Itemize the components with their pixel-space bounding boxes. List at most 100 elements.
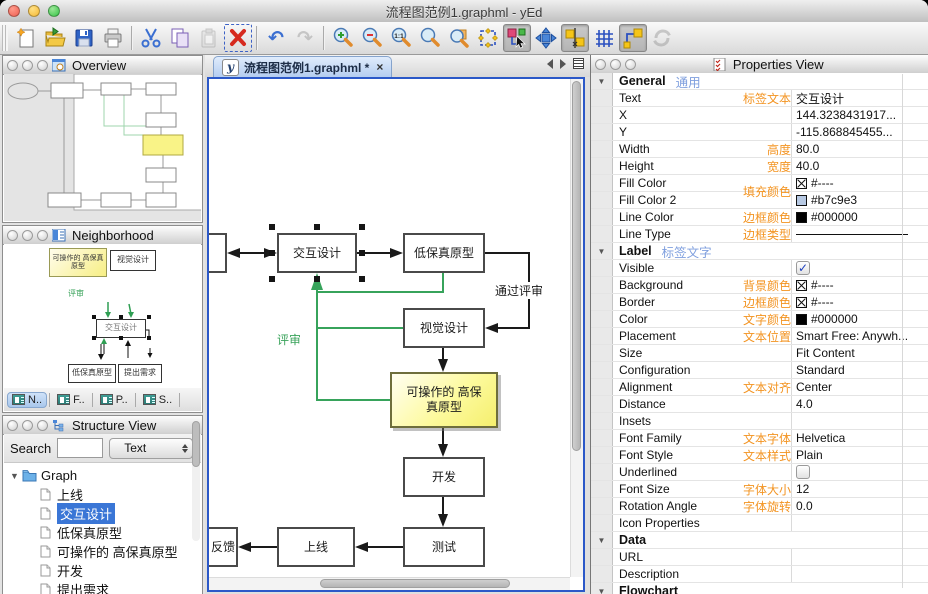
line-type-sample[interactable] — [796, 234, 908, 235]
neighborhood-view[interactable]: 可操作的 高保真原型 视觉设计 评审 交互设计 低保真原型 提出需求 — [4, 244, 201, 389]
toolbar-grip[interactable] — [2, 25, 8, 51]
property-value[interactable]: Standard — [791, 362, 928, 378]
disclosure-triangle-icon[interactable]: ▼ — [10, 471, 20, 481]
property-value[interactable]: 144.3238431917... — [791, 107, 928, 123]
property-value[interactable] — [791, 413, 928, 429]
snap-lines-icon[interactable] — [561, 24, 589, 52]
tree-root-graph[interactable]: ▼Graph — [4, 466, 201, 485]
property-value[interactable] — [791, 515, 928, 531]
property-value[interactable]: #b7c9e3 — [791, 192, 928, 208]
tree-scrollbar-thumb[interactable] — [192, 421, 200, 467]
tree-scrollbar[interactable] — [192, 421, 200, 541]
property-value[interactable] — [791, 566, 928, 582]
checkbox-unchecked[interactable] — [796, 465, 810, 479]
panel-close-button[interactable] — [595, 59, 606, 70]
next-tab-icon[interactable] — [560, 59, 566, 69]
horizontal-scrollbar-thumb[interactable] — [320, 579, 510, 588]
section-title[interactable]: General — [613, 74, 666, 88]
open-file-icon[interactable] — [41, 24, 69, 52]
panel-close-button[interactable] — [7, 60, 18, 71]
node-feedback[interactable]: 反馈 — [209, 527, 238, 567]
node-development[interactable]: 开发 — [403, 457, 485, 497]
graph-canvas[interactable]: 提出需求 交互设计 低保真原型 视觉设计 可操作的 高保真原型 开发 测试 上线… — [207, 77, 585, 592]
section-title[interactable]: Data — [613, 533, 646, 547]
property-value[interactable]: Smart Free: Anywh... — [791, 328, 928, 344]
property-value[interactable]: -115.868845455... — [791, 124, 928, 140]
panel-zoom-button[interactable] — [625, 59, 636, 70]
property-value[interactable]: Plain — [791, 447, 928, 463]
canvas-vertical-scrollbar[interactable] — [570, 79, 583, 577]
property-value[interactable]: #000000 — [791, 311, 928, 327]
panel-minimize-button[interactable] — [22, 60, 33, 71]
property-value[interactable]: Helvetica — [791, 430, 928, 446]
node-requirement[interactable]: 提出需求 — [209, 233, 227, 273]
node-visual-design[interactable]: 视觉设计 — [403, 308, 485, 348]
zoom-actual-size-icon[interactable]: 1:1 — [387, 24, 415, 52]
property-value[interactable]: 0.0 — [791, 498, 928, 514]
undo-icon[interactable]: ↶ — [262, 24, 290, 52]
print-icon[interactable] — [99, 24, 127, 52]
property-value[interactable]: 4.0 — [791, 396, 928, 412]
property-value[interactable]: 12 — [791, 481, 928, 497]
grid-icon[interactable] — [590, 24, 618, 52]
edge-label-pass-review[interactable]: 通过评审 — [493, 282, 545, 299]
local-view-icon[interactable] — [648, 24, 676, 52]
diagram-surface[interactable]: 提出需求 交互设计 低保真原型 视觉设计 可操作的 高保真原型 开发 测试 上线… — [209, 79, 570, 577]
new-document-icon[interactable] — [12, 24, 40, 52]
property-value[interactable]: Fit Content — [791, 345, 928, 361]
tab-successors[interactable]: S.. — [138, 392, 177, 408]
mini-node-hifi[interactable]: 可操作的 高保真原型 — [49, 248, 107, 277]
redo-icon[interactable]: ↷ — [291, 24, 319, 52]
panel-zoom-button[interactable] — [37, 420, 48, 431]
checkbox-checked[interactable]: ✓ — [796, 261, 810, 275]
panel-zoom-button[interactable] — [37, 230, 48, 241]
delete-icon[interactable] — [224, 24, 252, 52]
save-icon[interactable] — [70, 24, 98, 52]
copy-icon[interactable] — [166, 24, 194, 52]
paste-icon[interactable] — [195, 24, 223, 52]
property-value[interactable]: #---- — [791, 277, 928, 293]
panel-close-button[interactable] — [7, 420, 18, 431]
pan-mode-icon[interactable] — [532, 24, 560, 52]
section-title[interactable]: Flowchart — [613, 584, 678, 594]
node-launch[interactable]: 上线 — [277, 527, 355, 567]
orthogonal-edges-icon[interactable] — [619, 24, 647, 52]
zoom-out-icon[interactable] — [358, 24, 386, 52]
cut-icon[interactable] — [137, 24, 165, 52]
property-value[interactable]: 交互设计 — [791, 90, 928, 106]
property-value[interactable]: 80.0 — [791, 141, 928, 157]
zoom-in-icon[interactable] — [329, 24, 357, 52]
mini-node-visual[interactable]: 视觉设计 — [110, 250, 156, 271]
document-tab[interactable]: y 流程图范例1.graphml * × — [213, 56, 392, 77]
node-hifi-prototype[interactable]: 可操作的 高保真原型 — [390, 372, 498, 428]
property-value[interactable]: 40.0 — [791, 158, 928, 174]
tree-item-4[interactable]: 开发 — [4, 561, 201, 580]
tab-folder-contents[interactable]: F.. — [52, 392, 90, 408]
overview-minimap[interactable] — [4, 74, 201, 221]
vertical-scrollbar-thumb[interactable] — [572, 81, 581, 451]
node-interaction-design[interactable]: 交互设计 — [277, 233, 357, 273]
panel-minimize-button[interactable] — [22, 230, 33, 241]
panel-minimize-button[interactable] — [610, 59, 621, 70]
tree-item-1[interactable]: 交互设计 — [4, 504, 201, 523]
property-value[interactable]: Center — [791, 379, 928, 395]
tab-list-icon[interactable] — [573, 58, 584, 69]
panel-minimize-button[interactable] — [22, 420, 33, 431]
tree-item-0[interactable]: 上线 — [4, 485, 201, 504]
fit-content-icon[interactable] — [474, 24, 502, 52]
search-input[interactable] — [57, 438, 103, 458]
node-testing[interactable]: 测试 — [403, 527, 485, 567]
search-type-select[interactable]: Text — [109, 438, 193, 459]
panel-zoom-button[interactable] — [37, 60, 48, 71]
tab-neighborhood[interactable]: N.. — [7, 392, 47, 408]
edit-mode-icon[interactable] — [503, 24, 531, 52]
tree-item-5[interactable]: 提出需求 — [4, 580, 201, 594]
node-lofi-prototype[interactable]: 低保真原型 — [403, 233, 485, 273]
tree-item-3[interactable]: 可操作的 高保真原型 — [4, 542, 201, 561]
property-value[interactable]: #000000 — [791, 209, 928, 225]
property-value[interactable] — [791, 464, 928, 480]
property-value[interactable]: ✓ — [791, 260, 928, 276]
panel-close-button[interactable] — [7, 230, 18, 241]
zoom-to-selection-icon[interactable] — [445, 24, 473, 52]
property-value[interactable]: #---- — [791, 294, 928, 310]
